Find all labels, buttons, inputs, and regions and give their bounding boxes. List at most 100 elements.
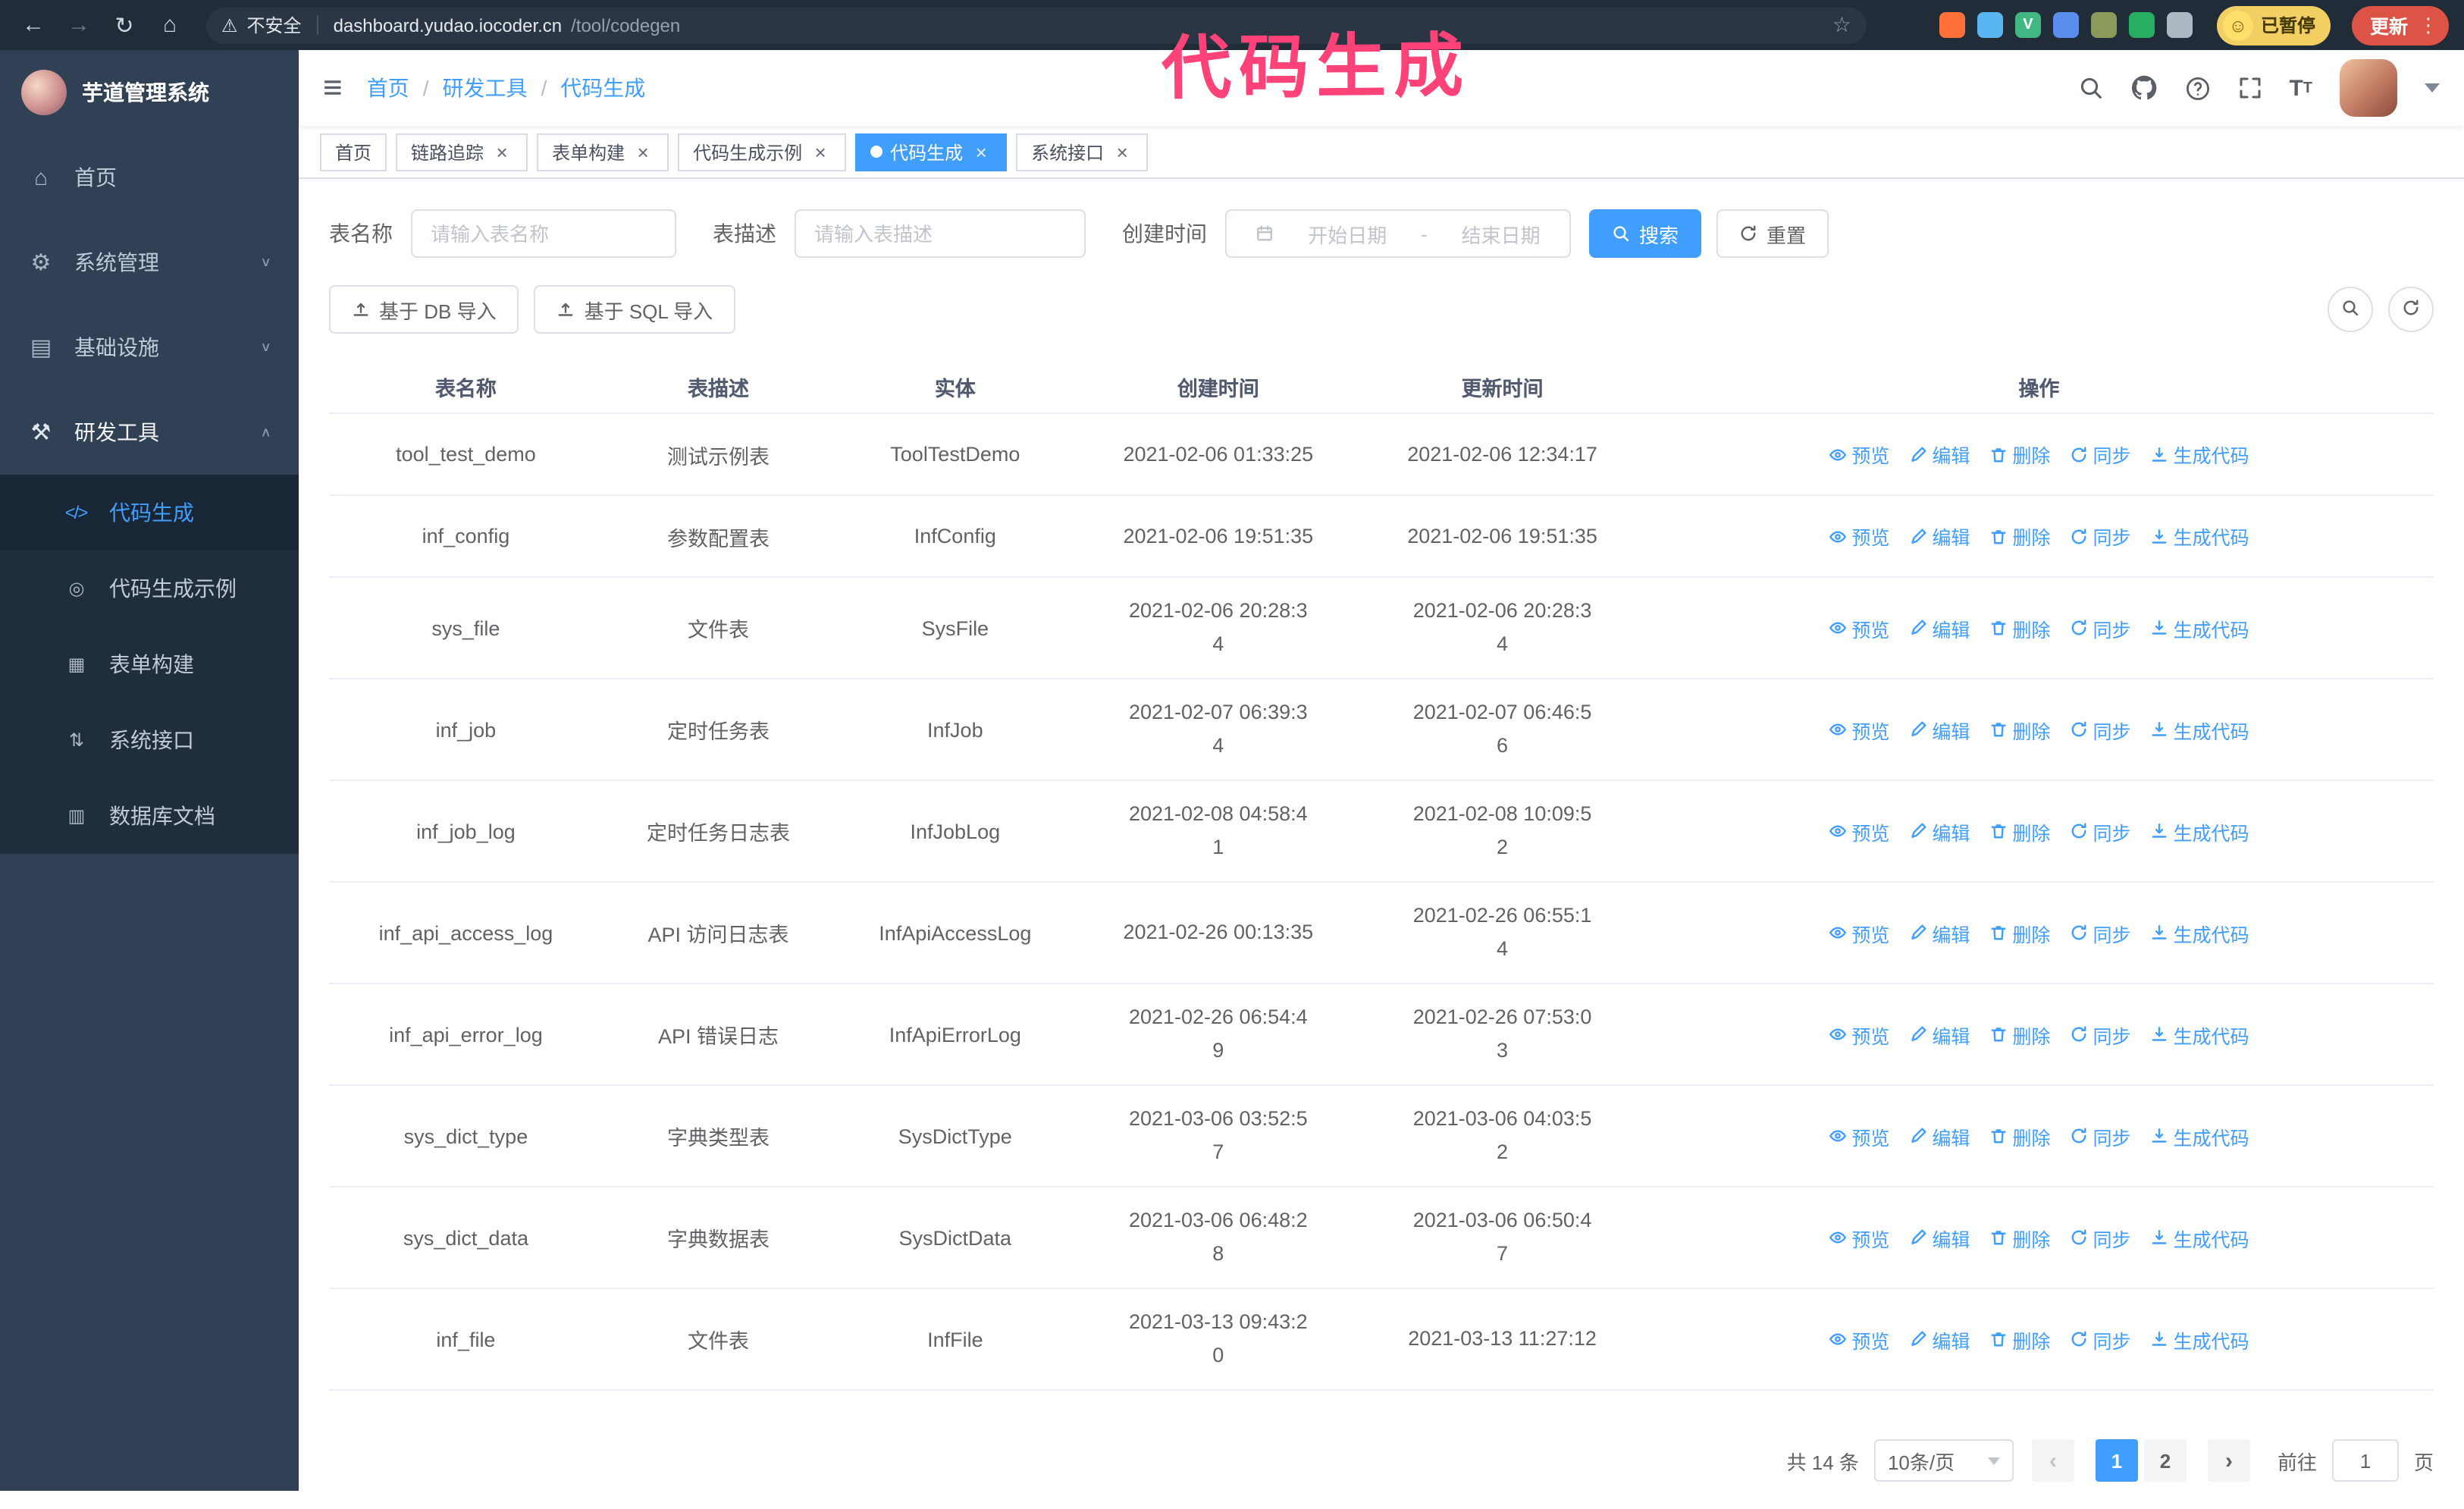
op-edit-link[interactable]: 编辑 [1909, 440, 1970, 469]
op-delete-link[interactable]: 删除 [1989, 1020, 2050, 1049]
op-sync-link[interactable]: 同步 [2070, 1325, 2130, 1354]
tab-codegen-example[interactable]: 代码生成示例 × [678, 133, 847, 171]
op-edit-link[interactable]: 编辑 [1909, 1122, 1970, 1150]
op-preview-link[interactable]: 预览 [1829, 817, 1889, 845]
user-avatar[interactable] [2340, 59, 2397, 117]
next-page-button[interactable]: › [2207, 1439, 2250, 1482]
extension-puzzle-icon[interactable] [2166, 12, 2193, 38]
op-generate-link[interactable]: 生成代码 [2150, 817, 2249, 845]
import-db-button[interactable]: 基于 DB 导入 [329, 285, 519, 334]
import-sql-button[interactable]: 基于 SQL 导入 [534, 285, 736, 334]
op-generate-link[interactable]: 生成代码 [2150, 1122, 2249, 1150]
breadcrumb-item[interactable]: 研发工具 [442, 73, 527, 103]
op-edit-link[interactable]: 编辑 [1909, 817, 1970, 845]
op-sync-link[interactable]: 同步 [2070, 1020, 2130, 1049]
close-icon[interactable]: × [491, 141, 513, 162]
close-icon[interactable]: × [970, 141, 992, 162]
breadcrumb-item[interactable]: 代码生成 [560, 73, 645, 103]
op-generate-link[interactable]: 生成代码 [2150, 918, 2249, 947]
close-icon[interactable]: × [1111, 141, 1133, 162]
toggle-search-button[interactable] [2328, 287, 2373, 332]
sidebar-item-home[interactable]: ⌂ 首页 [0, 135, 299, 220]
op-preview-link[interactable]: 预览 [1829, 715, 1889, 744]
op-preview-link[interactable]: 预览 [1829, 440, 1889, 469]
reload-icon[interactable]: ↻ [106, 7, 143, 43]
page-button-1[interactable]: 1 [2095, 1439, 2138, 1482]
op-edit-link[interactable]: 编辑 [1909, 522, 1970, 551]
op-edit-link[interactable]: 编辑 [1909, 1223, 1970, 1252]
op-edit-link[interactable]: 编辑 [1909, 1325, 1970, 1354]
op-sync-link[interactable]: 同步 [2070, 1223, 2130, 1252]
op-generate-link[interactable]: 生成代码 [2150, 1020, 2249, 1049]
tab-tracing[interactable]: 链路追踪 × [396, 133, 528, 171]
extension-green-icon[interactable] [2128, 12, 2155, 38]
tab-api[interactable]: 系统接口 × [1016, 133, 1149, 171]
sidebar-item-infrastructure[interactable]: ▤ 基础设施 ∨ [0, 305, 299, 390]
sidebar-item-dev-tools[interactable]: ⚒ 研发工具 ∧ [0, 390, 299, 475]
op-preview-link[interactable]: 预览 [1829, 522, 1889, 551]
extension-orange-icon[interactable] [1939, 12, 1965, 38]
op-preview-link[interactable]: 预览 [1829, 918, 1889, 947]
close-icon[interactable]: × [632, 141, 654, 162]
op-preview-link[interactable]: 预览 [1829, 1325, 1889, 1354]
bookmark-star-icon[interactable]: ☆ [1832, 12, 1851, 38]
op-generate-link[interactable]: 生成代码 [2150, 715, 2249, 744]
search-button[interactable]: 搜索 [1589, 209, 1702, 258]
tab-form-builder[interactable]: 表单构建 × [537, 133, 669, 171]
op-preview-link[interactable]: 预览 [1829, 613, 1889, 642]
op-generate-link[interactable]: 生成代码 [2150, 440, 2249, 469]
breadcrumb-item[interactable]: 首页 [367, 73, 409, 103]
op-preview-link[interactable]: 预览 [1829, 1020, 1889, 1049]
back-icon[interactable]: ← [15, 7, 52, 43]
table-name-input[interactable] [411, 209, 676, 258]
update-button[interactable]: 更新 ⋮ [2351, 5, 2449, 45]
op-delete-link[interactable]: 删除 [1989, 522, 2050, 551]
browser-home-icon[interactable]: ⌂ [152, 7, 188, 43]
refresh-table-button[interactable] [2388, 287, 2434, 332]
extension-vue-devtools-icon[interactable]: V [2014, 12, 2041, 38]
op-generate-link[interactable]: 生成代码 [2150, 613, 2249, 642]
op-generate-link[interactable]: 生成代码 [2150, 522, 2249, 551]
kebab-menu-icon[interactable]: ⋮ [2419, 13, 2438, 37]
table-desc-input[interactable] [795, 209, 1086, 258]
hamburger-icon[interactable]: ≡ [323, 71, 343, 105]
op-sync-link[interactable]: 同步 [2070, 613, 2130, 642]
op-delete-link[interactable]: 删除 [1989, 1122, 2050, 1150]
app-logo-row[interactable]: 芋道管理系统 [0, 50, 299, 135]
extension-proxy-icon[interactable] [2090, 12, 2117, 38]
date-range-picker[interactable]: 开始日期 - 结束日期 [1225, 209, 1571, 258]
sidebar-item-system-management[interactable]: ⚙ 系统管理 ∨ [0, 220, 299, 305]
op-generate-link[interactable]: 生成代码 [2150, 1223, 2249, 1252]
op-delete-link[interactable]: 删除 [1989, 715, 2050, 744]
goto-page-input[interactable] [2331, 1439, 2399, 1482]
sidebar-item-database-doc[interactable]: ▥ 数据库文档 [0, 778, 299, 854]
op-edit-link[interactable]: 编辑 [1909, 1020, 1970, 1049]
op-delete-link[interactable]: 删除 [1989, 1325, 2050, 1354]
help-icon[interactable] [2184, 75, 2210, 101]
forward-icon[interactable]: → [61, 7, 97, 43]
op-sync-link[interactable]: 同步 [2070, 522, 2130, 551]
reset-button[interactable]: 重置 [1716, 209, 1829, 258]
page-button-2[interactable]: 2 [2143, 1439, 2187, 1482]
github-icon[interactable] [2130, 74, 2157, 102]
sidebar-item-codegen-example[interactable]: ◎ 代码生成示例 [0, 551, 299, 626]
op-preview-link[interactable]: 预览 [1829, 1122, 1889, 1150]
page-size-select[interactable]: 10条/页 [1873, 1439, 2014, 1482]
op-delete-link[interactable]: 删除 [1989, 817, 2050, 845]
prev-page-button[interactable]: ‹ [2031, 1439, 2074, 1482]
fullscreen-icon[interactable] [2237, 76, 2262, 100]
close-icon[interactable]: × [810, 141, 831, 162]
address-bar[interactable]: ⚠ 不安全 dashboard.yudao.iocoder.cn/tool/co… [206, 7, 1867, 43]
search-icon[interactable] [2078, 76, 2102, 100]
op-sync-link[interactable]: 同步 [2070, 715, 2130, 744]
op-delete-link[interactable]: 删除 [1989, 440, 2050, 469]
op-sync-link[interactable]: 同步 [2070, 1122, 2130, 1150]
tab-codegen[interactable]: 代码生成 × [855, 133, 1008, 171]
op-preview-link[interactable]: 预览 [1829, 1223, 1889, 1252]
op-edit-link[interactable]: 编辑 [1909, 918, 1970, 947]
extension-people-icon[interactable] [2052, 12, 2079, 38]
chevron-down-icon[interactable] [2425, 83, 2440, 93]
op-delete-link[interactable]: 删除 [1989, 613, 2050, 642]
sidebar-item-form-builder[interactable]: ▦ 表单构建 [0, 626, 299, 702]
tab-home[interactable]: 首页 [320, 133, 387, 171]
